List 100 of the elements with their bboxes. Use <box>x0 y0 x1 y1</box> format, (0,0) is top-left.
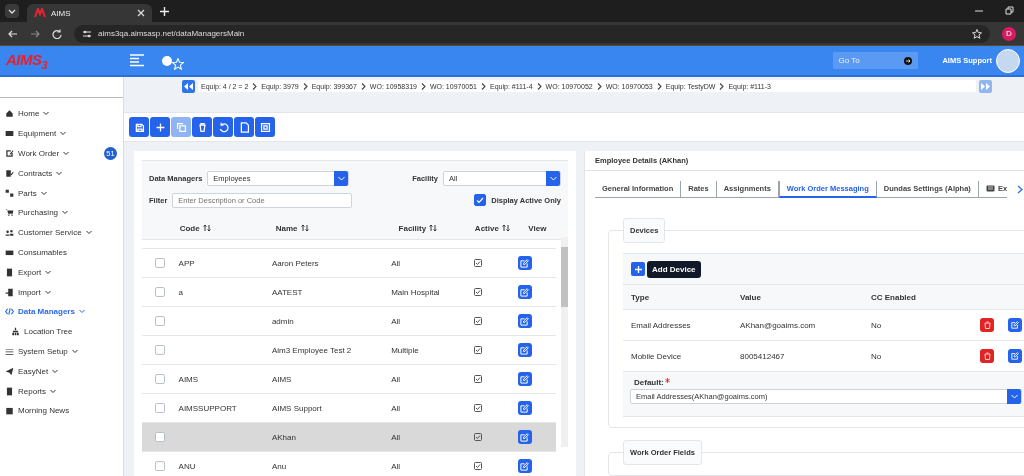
menu-icon[interactable] <box>130 54 144 67</box>
table-cell: All <box>391 316 401 326</box>
sidebar-item[interactable]: Morning News <box>0 400 123 421</box>
tab-list-button[interactable] <box>5 4 19 18</box>
sidebar-item[interactable]: Data Managers <box>0 301 123 322</box>
chevron-down-icon <box>85 230 92 236</box>
forward-icon[interactable] <box>30 28 40 39</box>
table-row[interactable]: a AATEST Main Hospital <box>142 278 556 307</box>
checkbox[interactable] <box>155 432 166 442</box>
table-row[interactable]: ANU Anu All <box>142 452 556 476</box>
sidebar-item[interactable]: EasyNet <box>0 361 123 382</box>
sidebar-item[interactable]: Parts <box>0 183 123 203</box>
table-row[interactable]: Aim3 Employee Test 2 Multiple <box>142 336 556 365</box>
checkbox[interactable] <box>155 461 166 471</box>
previous-button[interactable] <box>182 79 195 93</box>
chevron-right-icon[interactable] <box>1017 184 1024 194</box>
sidebar-item[interactable]: Export <box>0 262 123 283</box>
checkbox[interactable] <box>155 345 166 355</box>
chevron-right-icon <box>360 82 366 90</box>
sidebar-item[interactable]: Purchasing <box>0 203 123 223</box>
sidebar-item[interactable]: Equipment <box>0 123 123 144</box>
circle-icon[interactable] <box>162 55 172 66</box>
column-header[interactable]: Name <box>275 223 399 233</box>
edit-button[interactable] <box>517 401 532 415</box>
user-avatar[interactable] <box>996 48 1020 73</box>
sort-icon[interactable] <box>501 224 510 232</box>
sidebar-item[interactable]: Customer Service <box>0 222 123 243</box>
site-logo-icon <box>34 8 46 18</box>
reload-icon[interactable] <box>52 28 62 39</box>
edit-icon <box>520 403 530 413</box>
back-icon[interactable] <box>8 28 18 39</box>
document-button[interactable] <box>234 117 254 137</box>
delete-button[interactable] <box>192 117 212 137</box>
restore-icon[interactable] <box>1004 6 1014 16</box>
add-icon <box>154 121 166 133</box>
add-button[interactable] <box>631 262 645 276</box>
edit-button[interactable] <box>1008 318 1022 332</box>
edit-button[interactable] <box>517 285 532 299</box>
table-cell: Aim3 Employee Test 2 <box>271 345 352 355</box>
delete-button[interactable] <box>980 349 994 363</box>
site-settings-icon[interactable] <box>82 28 92 39</box>
column-header: Type <box>631 292 651 302</box>
chevron-down-icon <box>40 190 47 196</box>
column-header[interactable]: Active <box>474 223 529 233</box>
edit-button[interactable] <box>517 314 532 328</box>
edit-button[interactable] <box>517 372 532 386</box>
arrow-circle-icon[interactable] <box>904 56 913 65</box>
sidebar-item[interactable]: Home <box>0 104 123 124</box>
table-cell: AIMSSUPPORT <box>178 403 237 413</box>
chevron-right-icon <box>656 82 662 90</box>
table-cell: AIMS Support <box>271 403 322 413</box>
address-bar[interactable]: aims3qa.aimsasp.net/dataManagersMain <box>74 24 990 43</box>
sidebar-item[interactable]: Contracts <box>0 163 123 184</box>
checkbox[interactable] <box>155 316 166 326</box>
sort-icon[interactable] <box>429 224 438 232</box>
table-cell: Main Hospital <box>391 287 440 297</box>
delete-button[interactable] <box>980 318 994 332</box>
sort-icon[interactable] <box>300 224 309 232</box>
edit-button[interactable] <box>1008 349 1022 363</box>
checkmark-icon <box>476 196 485 204</box>
table-cell: All <box>391 461 401 471</box>
add-button[interactable] <box>150 117 170 137</box>
edit-button[interactable] <box>517 256 532 270</box>
reports-icon <box>5 386 14 396</box>
scrollbar[interactable] <box>561 237 568 447</box>
column-header[interactable]: View <box>528 223 568 233</box>
save-button[interactable] <box>129 117 149 137</box>
profile-avatar[interactable]: D <box>1002 26 1016 41</box>
checkbox[interactable] <box>155 258 166 268</box>
purchasing-icon <box>5 208 14 218</box>
sidebar-item[interactable]: System Setup <box>0 341 123 362</box>
bookmark-star-icon[interactable] <box>972 28 982 39</box>
go-to-field[interactable]: Go To <box>833 52 919 69</box>
image-icon <box>259 121 271 133</box>
new-tab-icon[interactable] <box>160 6 169 16</box>
sidebar-item[interactable]: Reports <box>0 381 123 401</box>
column-header[interactable]: Code <box>179 223 276 233</box>
column-header[interactable]: Facility <box>398 223 475 233</box>
checkbox[interactable] <box>155 403 166 413</box>
edit-button[interactable] <box>517 343 532 357</box>
undo-button[interactable] <box>213 117 233 137</box>
document-icon <box>238 121 250 133</box>
star-icon[interactable] <box>172 57 184 70</box>
sort-icon[interactable] <box>202 224 211 232</box>
edit-button[interactable] <box>517 430 532 444</box>
sidebar-item[interactable]: Consumables <box>0 242 123 263</box>
sidebar-item[interactable]: Location Tree <box>0 321 123 342</box>
table-row[interactable]: APP Aaron Peters All <box>142 249 556 278</box>
edit-button[interactable] <box>517 459 532 473</box>
browser-tab[interactable]: AIMS <box>27 4 152 22</box>
table-row[interactable]: AIMS AIMS All <box>142 365 556 394</box>
checkbox[interactable] <box>155 374 166 384</box>
image-button[interactable] <box>255 117 275 137</box>
table-row[interactable]: AKhan All <box>142 423 556 452</box>
close-icon[interactable] <box>137 9 145 17</box>
checkbox[interactable] <box>155 287 166 297</box>
table-row[interactable]: admin All <box>142 307 556 336</box>
undo-icon <box>217 121 229 133</box>
checkbox[interactable] <box>474 194 487 206</box>
sidebar-item[interactable]: Import <box>0 282 123 302</box>
